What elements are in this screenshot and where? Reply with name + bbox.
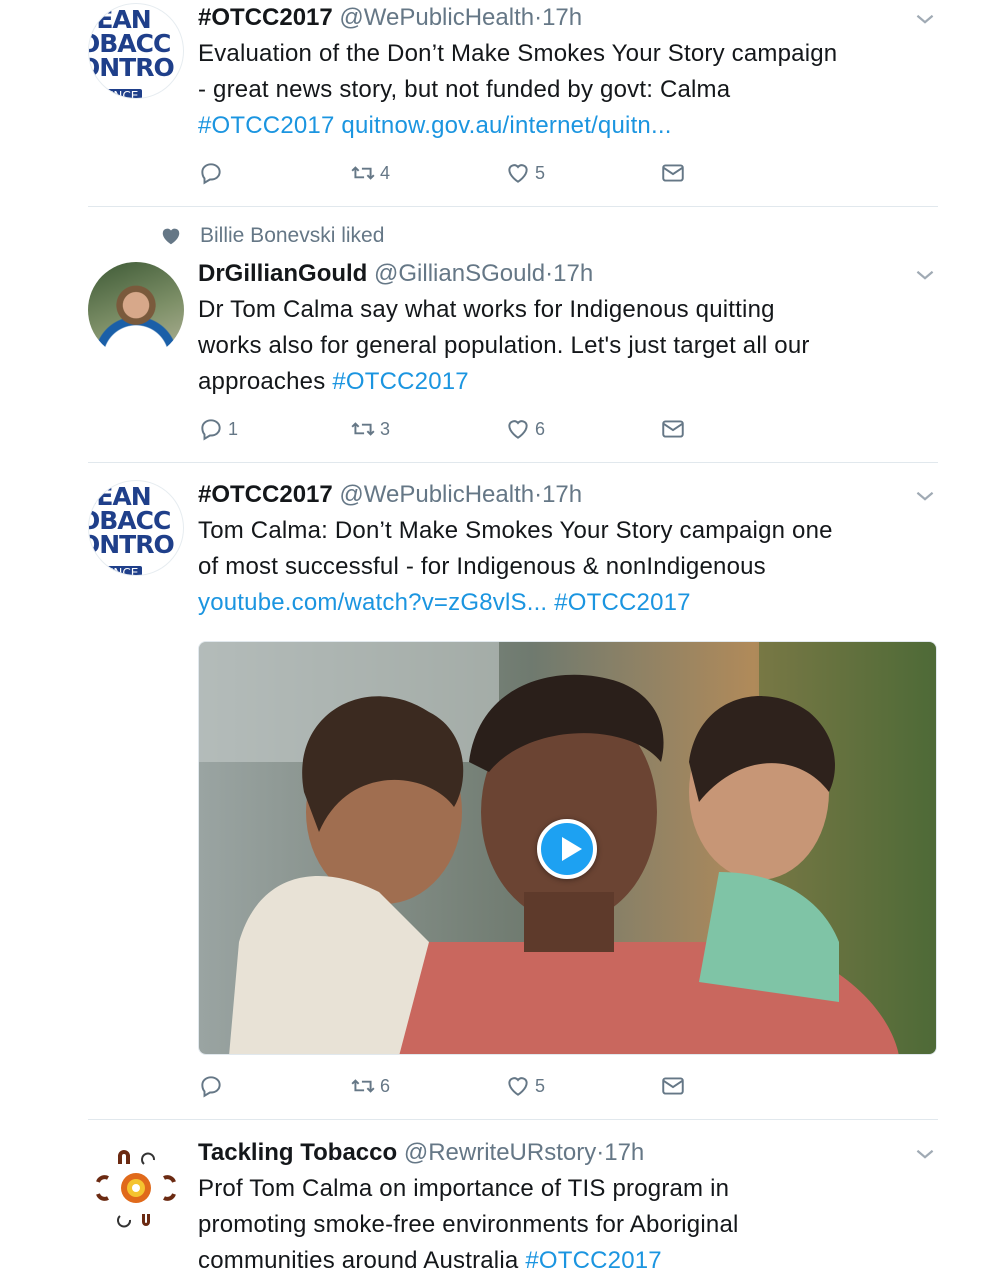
display-name[interactable]: #OTCC2017: [198, 481, 333, 508]
tweet-actions: 1 3 6: [198, 416, 698, 446]
reply-button[interactable]: [198, 160, 228, 186]
reply-icon: [201, 163, 221, 185]
handle[interactable]: @WePublicHealth: [339, 4, 534, 31]
retweet-button[interactable]: 4: [350, 160, 390, 186]
tweet-header: #OTCC2017 @WePublicHealth·17h: [198, 0, 938, 36]
retweet-icon: [351, 422, 375, 436]
avatar-otcc2017[interactable]: CEAN OBACC ONTRO FERENCE: [88, 3, 184, 99]
timestamp[interactable]: 17h: [542, 4, 582, 31]
tweet-actions: 4 5: [198, 160, 698, 190]
display-name[interactable]: #OTCC2017: [198, 4, 333, 31]
retweet-icon: [351, 1079, 375, 1093]
tweet-text: Dr Tom Calma say what works for Indigeno…: [198, 296, 810, 395]
retweet-button[interactable]: 3: [350, 416, 390, 442]
social-context: Billie Bonevski liked: [160, 224, 384, 248]
retweet-count: 4: [380, 162, 391, 183]
like-button[interactable]: 6: [505, 416, 545, 442]
like-button[interactable]: 5: [505, 1073, 545, 1099]
display-name[interactable]: DrGillianGould: [198, 260, 367, 287]
reply-icon: [201, 419, 221, 441]
tweet-header: Tackling Tobacco @RewriteURstory·17h: [198, 1135, 938, 1171]
envelope-icon: [662, 164, 684, 182]
like-count: 5: [535, 162, 546, 183]
handle[interactable]: @GillianSGould: [374, 260, 545, 287]
dm-button[interactable]: [660, 160, 686, 186]
like-count: 6: [535, 418, 546, 439]
avatar-drgilliangould[interactable]: [88, 262, 184, 358]
hashtag-link[interactable]: #OTCC2017: [525, 1247, 662, 1274]
chevron-down-icon[interactable]: [912, 483, 938, 509]
heart-filled-icon: [162, 228, 180, 245]
avatar-tackling-tobacco[interactable]: [88, 1138, 184, 1234]
hashtag-link[interactable]: #OTCC2017: [554, 589, 691, 616]
envelope-icon: [662, 420, 684, 438]
tweet-header: DrGillianGould @GillianSGould·17h: [198, 256, 938, 292]
chevron-down-icon[interactable]: [912, 6, 938, 32]
tweet-body: #OTCC2017 @WePublicHealth·17h Evaluation…: [198, 0, 938, 144]
heart-icon: [508, 420, 528, 439]
hashtag-link[interactable]: #OTCC2017: [332, 368, 469, 395]
reply-button[interactable]: 1: [198, 416, 238, 442]
timestamp[interactable]: 17h: [553, 260, 593, 287]
handle[interactable]: @RewriteURstory: [404, 1139, 596, 1166]
heart-icon: [508, 164, 528, 183]
tweet-header: #OTCC2017 @WePublicHealth·17h: [198, 477, 938, 513]
tweet-actions: 6 5: [198, 1073, 698, 1103]
tweet-body: #OTCC2017 @WePublicHealth·17h Tom Calma:…: [198, 477, 938, 621]
chevron-down-icon[interactable]: [912, 262, 938, 288]
like-button[interactable]: 5: [505, 160, 545, 186]
dm-button[interactable]: [660, 1073, 686, 1099]
url-link[interactable]: youtube.com/watch?v=zG8vlS...: [198, 589, 547, 616]
timestamp[interactable]: 17h: [604, 1139, 644, 1166]
play-button[interactable]: [537, 819, 597, 879]
heart-icon: [508, 1077, 528, 1096]
tweet-divider: [88, 462, 938, 463]
video-thumbnail[interactable]: [198, 641, 937, 1055]
tweet-text: Prof Tom Calma on importance of TIS prog…: [198, 1175, 739, 1274]
avatar-logo-text: CEAN OBACC ONTRO FERENCE: [89, 484, 183, 575]
retweet-count: 6: [380, 1075, 391, 1096]
reply-button[interactable]: [198, 1073, 228, 1099]
avatar-logo-text: CEAN OBACC ONTRO FERENCE: [89, 7, 183, 98]
reply-count: 1: [228, 418, 239, 439]
tweet-divider: [88, 1119, 938, 1120]
separator-dot: ·: [534, 481, 543, 508]
retweet-count: 3: [380, 418, 391, 439]
separator-dot: ·: [545, 260, 554, 287]
handle[interactable]: @WePublicHealth: [339, 481, 534, 508]
avatar-otcc2017[interactable]: CEAN OBACC ONTRO FERENCE: [88, 480, 184, 576]
social-context-text[interactable]: Billie Bonevski liked: [200, 224, 384, 248]
hashtag-link[interactable]: #OTCC2017: [198, 112, 335, 139]
url-link[interactable]: quitnow.gov.au/internet/quitn...: [341, 112, 671, 139]
dm-button[interactable]: [660, 416, 686, 442]
tweet-body: DrGillianGould @GillianSGould·17h Dr Tom…: [198, 256, 938, 400]
envelope-icon: [662, 1077, 684, 1095]
like-count: 5: [535, 1075, 546, 1096]
retweet-button[interactable]: 6: [350, 1073, 390, 1099]
retweet-icon: [351, 166, 375, 180]
reply-icon: [201, 1076, 221, 1098]
tweet-text: Evaluation of the Don’t Make Smokes Your…: [198, 40, 838, 139]
tweet-body: Tackling Tobacco @RewriteURstory·17h Pro…: [198, 1135, 938, 1279]
chevron-down-icon[interactable]: [912, 1141, 938, 1167]
display-name[interactable]: Tackling Tobacco: [198, 1139, 397, 1166]
tweet-divider: [88, 206, 938, 207]
tweet-text: Tom Calma: Don’t Make Smokes Your Story …: [198, 517, 833, 616]
separator-dot: ·: [534, 4, 543, 31]
aboriginal-art-logo-icon: [96, 1150, 176, 1228]
timestamp[interactable]: 17h: [542, 481, 582, 508]
